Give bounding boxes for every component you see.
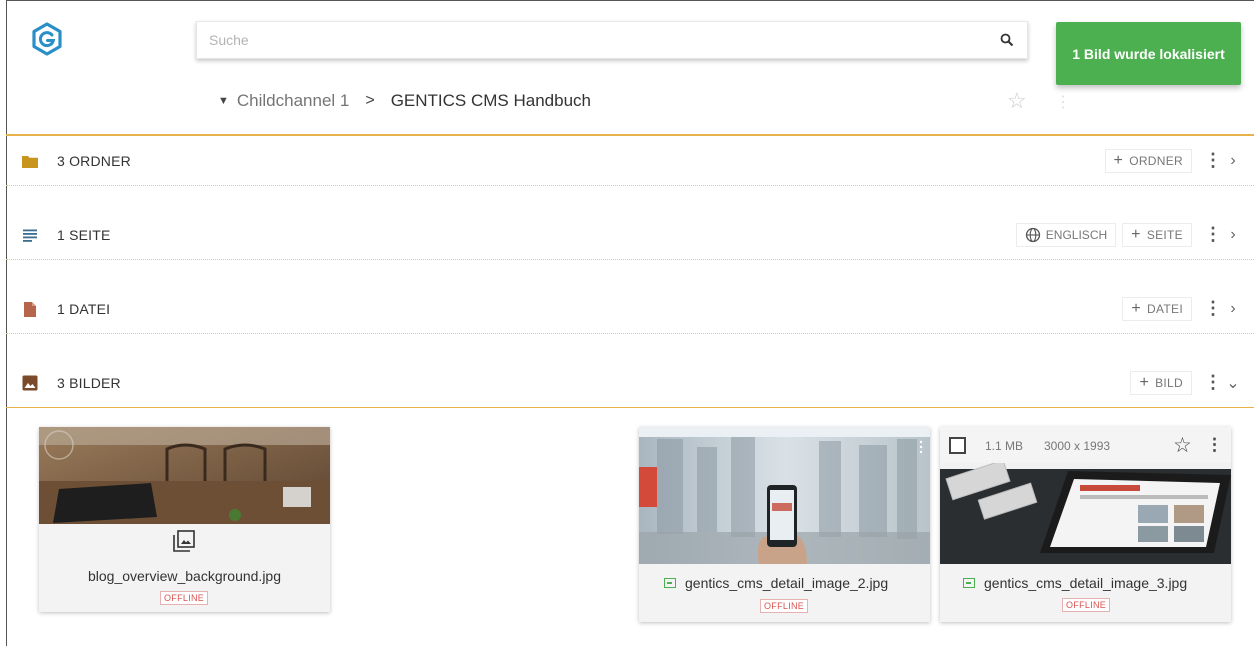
image-type-icon [664,578,676,588]
image-filename-text: gentics_cms_detail_image_3.jpg [984,575,1188,591]
status-badge: OFFLINE [760,599,809,613]
chevron-right-icon[interactable]: › [1224,223,1242,247]
plus-icon: + [1131,225,1141,243]
breadcrumb-channel[interactable]: Childchannel 1 [237,91,349,111]
frame-top-border [6,0,1254,1]
image-filename-text: gentics_cms_detail_image_2.jpg [685,575,889,591]
image-thumbnail[interactable] [639,427,930,564]
add-folder-button[interactable]: + ORDNER [1104,148,1192,173]
plus-icon: + [1139,373,1150,391]
favorite-star-icon[interactable]: ☆ [1007,88,1027,114]
add-page-label: SEITE [1146,227,1183,242]
image-type-icon [963,578,975,588]
image-filename: blog_overview_background.jpg [87,568,282,584]
globe-icon [1025,227,1040,242]
section-pages-label: 1 SEITE [57,226,111,243]
language-label: ENGLISCH [1045,227,1108,242]
image-thumbnail[interactable] [39,427,330,524]
add-file-button[interactable]: + DATEI [1122,296,1192,321]
select-checkbox[interactable] [949,437,966,454]
section-files[interactable]: 1 DATEI + DATEI ⋮ › [6,284,1254,334]
image-placeholder-icon [173,530,195,557]
gentics-logo-icon[interactable] [30,22,64,56]
section-images-label: 3 BILDER [57,374,121,391]
folders-more-icon[interactable]: ⋮ [1202,149,1224,173]
add-page-button[interactable]: + SEITE [1122,222,1192,247]
card-more-icon[interactable]: ⋮ [1206,435,1223,455]
channel-dropdown-caret-icon[interactable]: ▼ [218,95,229,107]
language-button[interactable]: ENGLISCH [1015,222,1117,247]
section-files-label: 1 DATEI [57,300,111,317]
pages-more-icon[interactable]: ⋮ [1202,223,1224,247]
files-more-icon[interactable]: ⋮ [1202,297,1224,321]
plus-icon: + [1113,151,1124,169]
breadcrumb-current[interactable]: GENTICS CMS Handbuch [391,91,591,111]
page-lines-icon [21,226,39,244]
image-filename: gentics_cms_detail_image_2.jpg [664,575,888,591]
add-file-label: DATEI [1147,301,1183,316]
add-image-label: BILD [1155,375,1183,390]
chevron-right-icon[interactable]: › [1224,149,1242,173]
breadcrumb: ▼ Childchannel 1 > GENTICS CMS Handbuch [218,88,591,114]
add-folder-label: ORDNER [1129,153,1183,168]
image-dimensions: 3000 x 1993 [1044,439,1111,453]
file-icon [21,300,39,318]
image-filename: gentics_cms_detail_image_3.jpg [963,575,1187,591]
images-more-icon[interactable]: ⋮ [1202,371,1224,395]
add-image-button[interactable]: + BILD [1130,370,1192,395]
favorite-star-icon[interactable]: ☆ [1173,433,1192,458]
chevron-right-icon[interactable]: › [1224,297,1242,321]
section-folders-label: 3 ORDNER [57,152,131,169]
folder-icon [21,152,39,170]
image-icon [21,374,39,392]
chevron-down-icon[interactable]: ⌄ [1224,371,1242,395]
status-badge: OFFLINE [160,591,209,605]
search-input[interactable] [197,22,987,58]
search-icon[interactable] [987,21,1027,59]
search-bar [196,21,1028,59]
breadcrumb-separator-icon: > [365,92,375,109]
section-pages[interactable]: 1 SEITE ENGLISCH + SEITE ⋮ › [6,210,1254,260]
image-card[interactable]: gentics_cms_detail_image_2.jpg OFFLINE [639,427,930,622]
status-badge: OFFLINE [1062,598,1111,612]
header-more-icon[interactable]: ⋮ [1055,92,1071,112]
file-size: 1.1 MB [985,439,1024,453]
plus-icon: + [1131,299,1142,317]
section-folders[interactable]: 3 ORDNER + ORDNER ⋮ › [6,136,1254,186]
image-card[interactable]: 1.1 MB 3000 x 1993 ☆ ⋮ gentics_cms_detai… [940,427,1231,622]
toast-notification: 1 Bild wurde lokalisiert [1056,22,1241,85]
section-images[interactable]: 3 BILDER + BILD ⋮ ⌄ [6,358,1254,408]
image-card[interactable]: blog_overview_background.jpg OFFLINE [39,427,330,612]
